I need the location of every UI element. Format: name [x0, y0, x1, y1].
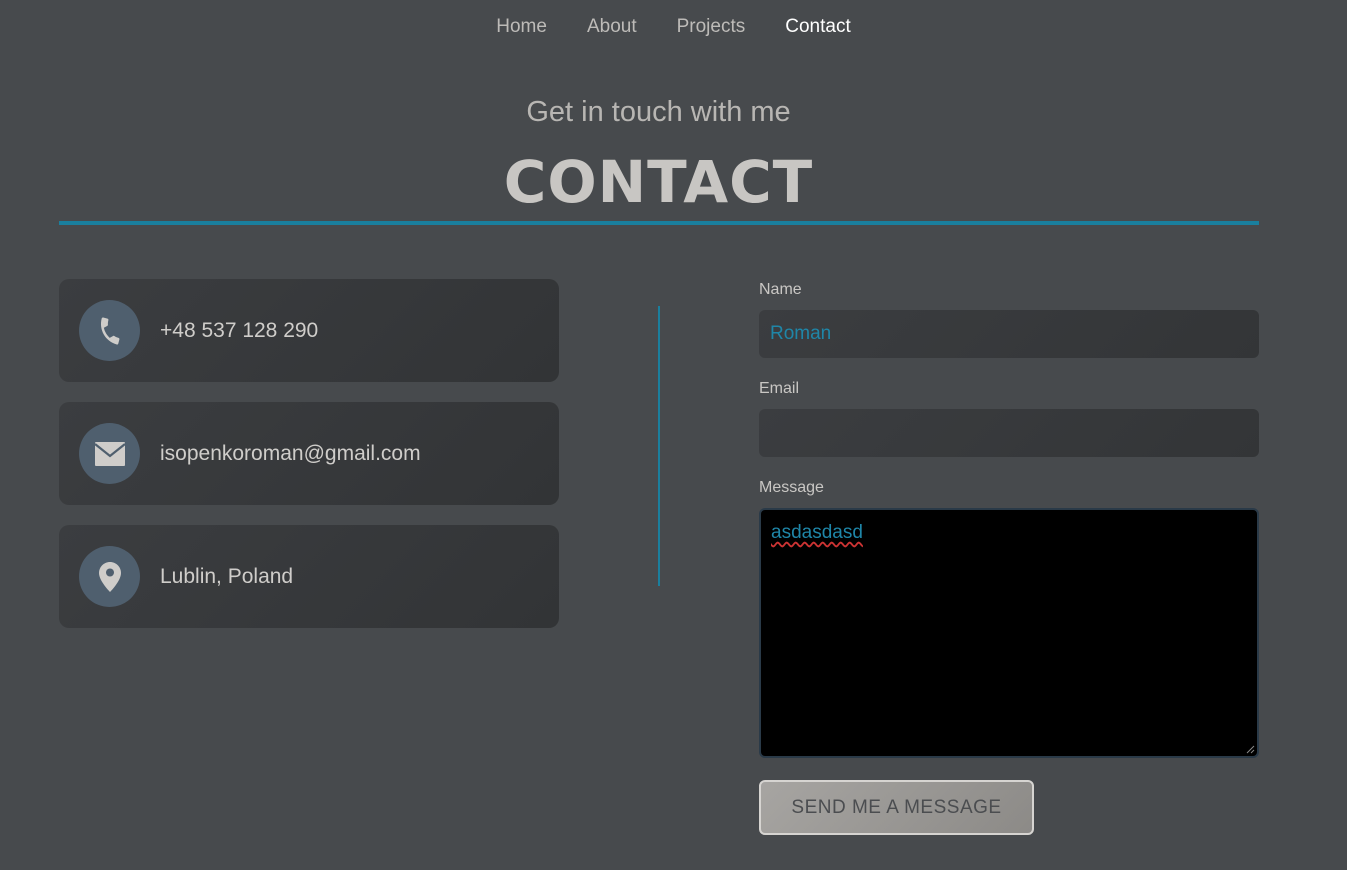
envelope-icon — [79, 423, 140, 484]
contact-card-location: Lublin, Poland — [59, 525, 559, 628]
location-text: Lublin, Poland — [160, 564, 294, 588]
message-text: asdasdasd — [771, 522, 863, 543]
page-subtitle: Get in touch with me — [526, 96, 791, 128]
email-input[interactable] — [759, 409, 1259, 457]
message-label: Message — [759, 479, 824, 496]
phone-icon — [79, 300, 140, 361]
page-title: CONTACT — [503, 148, 814, 216]
contact-card-phone: +48 537 128 290 — [59, 279, 559, 382]
column-divider — [658, 306, 660, 586]
title-underline — [59, 221, 1259, 225]
nav-projects[interactable]: Projects — [677, 16, 746, 38]
nav-contact[interactable]: Contact — [785, 16, 850, 38]
nav-home[interactable]: Home — [496, 16, 547, 38]
message-textarea[interactable]: asdasdasd — [759, 508, 1259, 758]
contact-card-email: isopenkoroman@gmail.com — [59, 402, 559, 505]
email-label: Email — [759, 380, 800, 397]
send-message-button[interactable]: SEND ME A MESSAGE — [759, 780, 1034, 835]
map-pin-icon — [79, 546, 140, 607]
name-label: Name — [759, 281, 802, 298]
resize-grip-icon[interactable] — [1245, 744, 1255, 754]
top-navigation: Home About Projects Contact — [0, 16, 1347, 38]
phone-number: +48 537 128 290 — [160, 318, 319, 342]
email-address: isopenkoroman@gmail.com — [160, 441, 421, 465]
nav-about[interactable]: About — [587, 16, 637, 38]
name-input[interactable] — [759, 310, 1259, 358]
